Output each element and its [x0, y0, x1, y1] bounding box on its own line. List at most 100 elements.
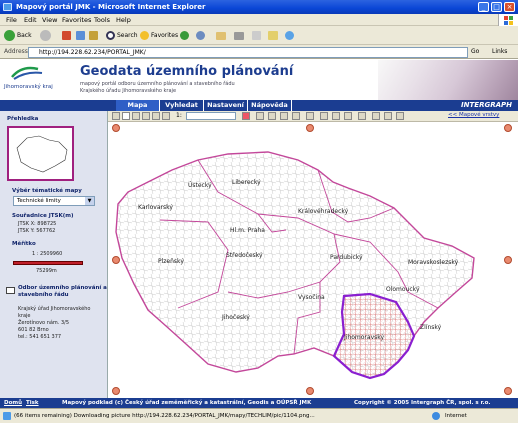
region-label: Vysočina — [298, 294, 325, 301]
address-label: Address — [4, 48, 28, 55]
menu-help[interactable]: Help — [116, 16, 131, 24]
pan-south-icon[interactable] — [306, 387, 314, 395]
window-title: Mapový portál JMK - Microsoft Internet E… — [16, 3, 206, 11]
globe-icon — [432, 412, 440, 420]
swap-icon[interactable] — [396, 112, 404, 120]
menu-edit[interactable]: Edit — [24, 16, 37, 24]
zoom-out-icon[interactable] — [132, 112, 140, 120]
region-label: Jihomoravský — [344, 334, 385, 341]
messenger-button[interactable] — [285, 29, 296, 42]
forward-button[interactable] — [40, 29, 53, 42]
legend-icon[interactable] — [332, 112, 340, 120]
page-title: Geodata územního plánování — [80, 64, 294, 79]
links-button[interactable]: Links — [492, 48, 507, 55]
history-icon — [196, 31, 205, 40]
contact-line: 601 82 Brno — [18, 327, 49, 333]
browser-toolbar: Back Search Favorites — [0, 26, 518, 45]
layer-icon[interactable] — [320, 112, 328, 120]
scale-prefix: 1: — [176, 112, 182, 119]
discuss-button[interactable] — [268, 29, 280, 42]
tab-vyhledat[interactable]: Vyhledat — [160, 100, 204, 111]
overview-map[interactable] — [7, 126, 74, 181]
pan-north-icon[interactable] — [306, 124, 314, 132]
pan-northeast-icon[interactable] — [504, 124, 512, 132]
theme-value: Technické limity — [17, 198, 61, 204]
edit-button[interactable] — [252, 29, 263, 42]
print-link[interactable]: Tisk — [26, 398, 39, 408]
stop-button[interactable] — [62, 29, 73, 42]
edit-icon — [252, 31, 261, 40]
link-icon[interactable] — [292, 112, 300, 120]
pan-southwest-icon[interactable] — [112, 387, 120, 395]
measure-icon[interactable] — [256, 112, 264, 120]
zoom-in-icon[interactable] — [122, 112, 130, 120]
menu-tools[interactable]: Tools — [94, 16, 110, 24]
windows-logo — [498, 14, 518, 26]
theme-select[interactable]: Technické limity ▼ — [13, 196, 95, 206]
forward-arrow-icon — [40, 30, 51, 41]
tab-mapa[interactable]: Mapa — [116, 100, 160, 111]
contact-line: Krajský úřad Jihomoravského — [18, 306, 91, 312]
menu-file[interactable]: File — [6, 16, 17, 24]
search-button[interactable]: Search — [106, 29, 138, 42]
maximize-button[interactable]: □ — [491, 2, 502, 12]
address-input[interactable]: http://194.228.62.234/PORTAL_JMK/ — [28, 47, 468, 58]
sidebar: Přehledka Výběr tématické mapy Technické… — [0, 111, 108, 398]
menu-view[interactable]: View — [42, 16, 57, 24]
star-icon — [140, 31, 149, 40]
ie-page-icon — [3, 412, 11, 420]
contact-title-1: Odbor územního plánování a — [18, 285, 107, 291]
flag-icon[interactable] — [384, 112, 392, 120]
scale-label: Měřítko — [12, 241, 36, 247]
refresh-map-icon[interactable] — [344, 112, 352, 120]
menu-bar: File Edit View Favorites Tools Help — [0, 14, 518, 26]
window-titlebar: Mapový portál JMK - Microsoft Internet E… — [0, 0, 518, 14]
scale-select[interactable] — [186, 112, 236, 120]
back-button[interactable]: Back — [4, 29, 32, 42]
grid-icon[interactable] — [372, 112, 380, 120]
contact-line: tel.: 541 651 377 — [18, 334, 62, 340]
go-button[interactable]: Go — [471, 48, 479, 55]
car-icon[interactable] — [242, 112, 250, 120]
coords-label: Souřadnice JTSK(m) — [12, 213, 74, 219]
region-label: Královéhradecký — [298, 208, 349, 215]
fit-icon[interactable] — [162, 112, 170, 120]
layers-link[interactable]: << Mapové vrstvy — [448, 112, 499, 118]
history-button[interactable] — [196, 29, 207, 42]
zoom-window-icon[interactable] — [142, 112, 150, 120]
print-map-icon[interactable] — [306, 112, 314, 120]
refresh-button[interactable] — [76, 29, 87, 42]
favorites-button[interactable]: Favorites — [140, 29, 178, 42]
close-button[interactable]: × — [504, 2, 515, 12]
mail-button[interactable] — [216, 29, 228, 42]
tab-napoveda[interactable]: Nápověda — [248, 100, 292, 111]
menu-favorites[interactable]: Favorites — [62, 16, 91, 24]
select-tool-icon[interactable] — [112, 112, 120, 120]
home-button[interactable] — [89, 29, 100, 42]
print-button[interactable] — [234, 29, 246, 42]
coord-x: JTSK X: 898725 — [18, 221, 57, 227]
pan-northwest-icon[interactable] — [112, 124, 120, 132]
scale-bar — [13, 261, 83, 265]
pan-west-icon[interactable] — [112, 256, 120, 264]
back-arrow-icon — [4, 30, 15, 41]
region-label: Jihočeský — [222, 314, 250, 321]
pan-east-icon[interactable] — [504, 256, 512, 264]
messenger-icon — [285, 31, 294, 40]
table-icon[interactable] — [358, 112, 366, 120]
minimize-button[interactable]: _ — [478, 2, 489, 12]
mail-icon — [216, 31, 226, 40]
folder-icon — [268, 31, 278, 40]
back-label: Back — [17, 32, 32, 39]
pan-icon[interactable] — [152, 112, 160, 120]
ruler-icon[interactable] — [268, 112, 276, 120]
pan-southeast-icon[interactable] — [504, 387, 512, 395]
stop-icon — [62, 31, 71, 40]
info-icon[interactable] — [280, 112, 288, 120]
media-button[interactable] — [180, 29, 191, 42]
map-view[interactable]: Liberecký Ústecký Karlovarský Královéhra… — [108, 122, 518, 398]
home-link[interactable]: Domů — [4, 398, 22, 408]
tab-nastaveni[interactable]: Nastavení — [204, 100, 248, 111]
theme-label: Výběr tématické mapy — [12, 188, 82, 194]
logo-text: Jihomoravský kraj — [4, 84, 53, 90]
